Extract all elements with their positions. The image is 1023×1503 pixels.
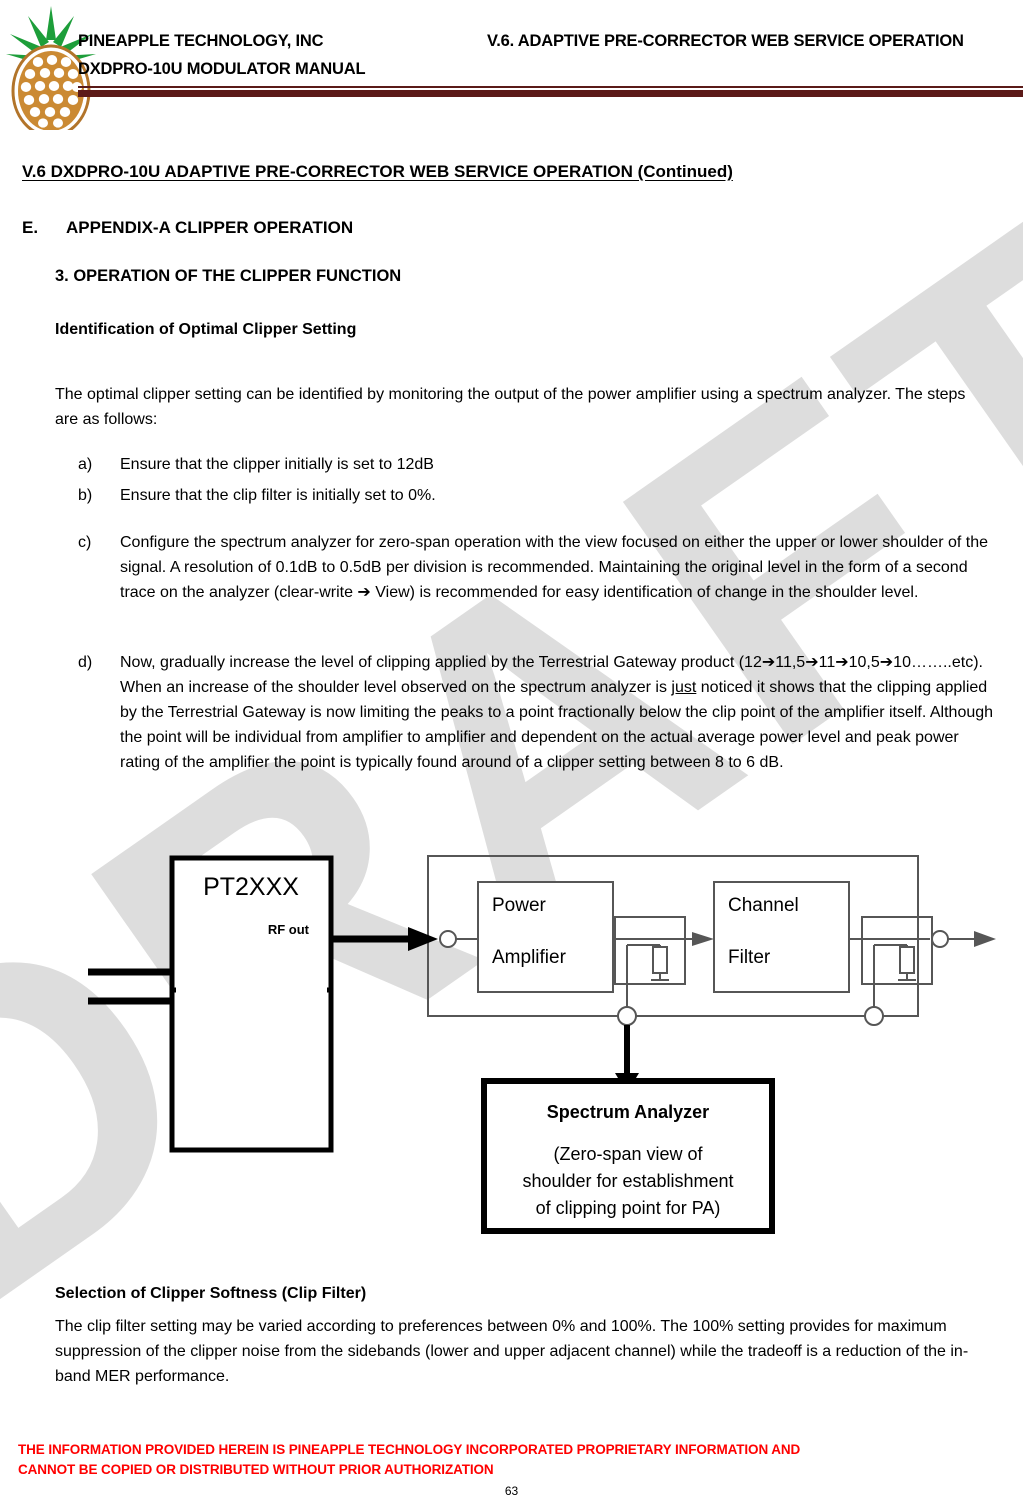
coupler-after-pa <box>614 916 686 985</box>
output-arrowhead <box>974 931 996 947</box>
appendix-heading: E. APPENDIX-A CLIPPER OPERATION <box>22 218 353 238</box>
list-marker: c) <box>78 534 92 551</box>
list-item-text: Configure the spectrum analyzer for zero… <box>120 534 989 601</box>
operation-heading: 3. OPERATION OF THE CLIPPER FUNCTION <box>55 267 402 285</box>
node-bus-left <box>617 1006 637 1026</box>
softness-heading: Selection of Clipper Softness (Clip Filt… <box>55 1285 367 1302</box>
channel-filter-label-line1: Channel <box>728 895 799 916</box>
power-amplifier-label-line1: Power <box>492 895 547 916</box>
intro-paragraph: The optimal clipper setting can be ident… <box>55 386 966 428</box>
list-marker: d) <box>78 654 93 671</box>
list-item-text: Now, gradually increase the level of cli… <box>120 650 998 775</box>
list-item: b) Ensure that the clip filter is initia… <box>78 483 978 508</box>
list-item-text: Ensure that the clip filter is initially… <box>120 487 436 504</box>
spectrum-analyzer-note-line1: (Zero-span view of <box>553 1144 703 1164</box>
coupler-2-load <box>899 946 915 974</box>
power-amplifier-label-line2: Amplifier <box>492 947 567 968</box>
list-item: a) Ensure that the clipper initially is … <box>78 452 978 477</box>
coupler-1-body <box>614 916 686 985</box>
arrow-pa-to-filter <box>692 932 714 946</box>
spectrum-analyzer-note-line2: shoulder for establishment <box>522 1171 733 1191</box>
header-rule-thin <box>78 86 1023 88</box>
identification-heading: Identification of Optimal Clipper Settin… <box>55 321 357 338</box>
page-header: PINEAPPLE TECHNOLOGY, INC DXDPRO-10U MOD… <box>0 0 1023 130</box>
list-item-emphasis: just <box>671 679 697 696</box>
rf-out-label: RF out <box>268 922 310 937</box>
list-marker: a) <box>78 456 93 473</box>
header-section-title: V.6. ADAPTIVE PRE-CORRECTOR WEB SERVICE … <box>487 32 964 50</box>
page-number: 63 <box>504 1484 519 1498</box>
list-marker: b) <box>78 487 93 504</box>
appendix-title: APPENDIX-A CLIPPER OPERATION <box>66 218 354 237</box>
clip-filter-paragraph: The clip filter setting may be varied ac… <box>55 1318 969 1385</box>
clipper-block-diagram: PT2XXX RF out Power Amplifier Channel Fi… <box>0 835 1023 1255</box>
node-output <box>931 930 949 948</box>
list-item-text: Ensure that the clipper initially is set… <box>120 456 434 473</box>
channel-filter-label-line2: Filter <box>728 947 771 968</box>
coupler-2-body <box>861 916 933 985</box>
spectrum-analyzer-note-line3: of clipping point for PA) <box>536 1198 721 1218</box>
pt2xxx-box-fill <box>176 862 327 1146</box>
footer-notice-line2: CANNOT BE COPIED OR DISTRIBUTED WITHOUT … <box>18 1462 494 1477</box>
rf-out-arrowhead <box>408 927 438 951</box>
page-title: V.6 DXDPRO-10U ADAPTIVE PRE-CORRECTOR WE… <box>22 162 733 181</box>
footer-notice-line1: THE INFORMATION PROVIDED HEREIN IS PINEA… <box>18 1442 801 1457</box>
header-company-name: PINEAPPLE TECHNOLOGY, INC <box>78 32 324 50</box>
appendix-label: E. <box>22 218 39 237</box>
list-item: d) Now, gradually increase the level of … <box>78 650 998 775</box>
node-bus-right <box>864 1006 884 1026</box>
coupler-after-filter <box>861 916 933 985</box>
spectrum-analyzer-title: Spectrum Analyzer <box>547 1102 709 1122</box>
header-manual-name: DXDPRO-10U MODULATOR MANUAL <box>78 60 366 78</box>
document-page: DRAFT PINEAPPLE TECHNOLOGY, INC DXDPRO-1… <box>0 0 1023 1503</box>
pt2xxx-title: PT2XXX <box>203 873 299 901</box>
node-pa-input <box>439 930 457 948</box>
header-rule-thick <box>78 90 1023 97</box>
list-item: c) Configure the spectrum analyzer for z… <box>78 530 998 605</box>
coupler-1-load <box>652 946 668 974</box>
